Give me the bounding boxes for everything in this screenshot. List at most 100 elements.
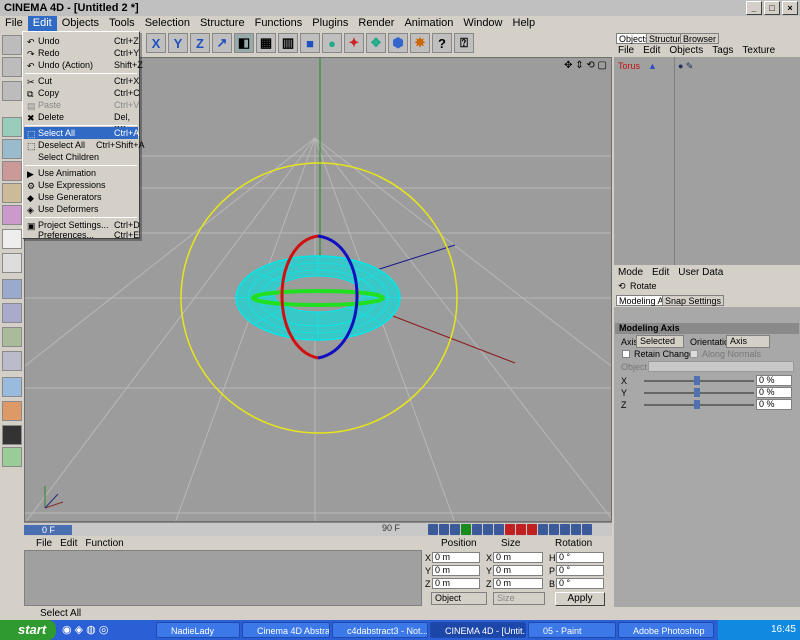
texture-axis-icon[interactable]: [2, 253, 22, 273]
rot-p-field[interactable]: 0 °: [556, 565, 604, 576]
om-menu-file[interactable]: File: [618, 45, 634, 56]
am-menu-user-data[interactable]: User Data: [678, 267, 723, 278]
context-help-icon[interactable]: ⍰: [454, 33, 474, 53]
go-to-start-icon[interactable]: [428, 524, 438, 535]
menu-functions[interactable]: Functions: [250, 16, 308, 31]
menu-item-cut[interactable]: ✂ Cut Ctrl+X: [24, 75, 139, 87]
snap-icon[interactable]: [2, 327, 22, 347]
light-icon[interactable]: ✸: [410, 33, 430, 53]
task-cinema4d-abstract[interactable]: Cinema 4D Abstrac...: [242, 622, 330, 638]
task-nadielady[interactable]: NadieLady: [156, 622, 240, 638]
timeline[interactable]: 0 F 90 F: [24, 522, 612, 536]
scale-tool-icon[interactable]: [2, 139, 22, 159]
y-axis-lock-icon[interactable]: Y: [168, 33, 188, 53]
next-frame-icon[interactable]: [472, 524, 482, 535]
menu-item-paste[interactable]: ▤ Paste Ctrl+V: [24, 99, 139, 111]
polygons-mode-icon[interactable]: [2, 205, 22, 225]
orientation-dropdown[interactable]: Axis: [726, 335, 770, 348]
x-axis-lock-icon[interactable]: X: [146, 33, 166, 53]
z-axis-lock-icon[interactable]: Z: [190, 33, 210, 53]
cube-primitive-icon[interactable]: ■: [300, 33, 320, 53]
size-y-field[interactable]: 0 m: [493, 565, 543, 576]
om-menu-objects[interactable]: Objects: [669, 45, 703, 56]
animation-mode-icon[interactable]: [2, 279, 22, 299]
menu-plugins[interactable]: Plugins: [307, 16, 353, 31]
visibility-icon[interactable]: ▲: [648, 61, 657, 71]
nurbs-icon[interactable]: ●: [322, 33, 342, 53]
menu-structure[interactable]: Structure: [195, 16, 250, 31]
position-key-icon[interactable]: [538, 524, 548, 535]
parameter-key-icon[interactable]: [571, 524, 581, 535]
layout-icon[interactable]: [2, 447, 22, 467]
menu-tools[interactable]: Tools: [104, 16, 140, 31]
menu-item-select-children[interactable]: Select Children: [24, 151, 138, 163]
keyframe-selection-icon[interactable]: [527, 524, 537, 535]
object-list[interactable]: Torus ▲ ● ✎: [614, 57, 800, 265]
om-menu-texture[interactable]: Texture: [742, 45, 775, 56]
menu-item-copy[interactable]: ⧉ Copy Ctrl+C: [24, 87, 140, 99]
camera-icon[interactable]: [2, 425, 22, 445]
workplane-icon[interactable]: [2, 351, 22, 371]
minimize-button[interactable]: _: [746, 1, 762, 15]
menu-help[interactable]: Help: [508, 16, 541, 31]
play-icon[interactable]: [461, 524, 471, 535]
pos-z-field[interactable]: 0 m: [432, 578, 480, 589]
menu-item-use-deformers[interactable]: ◈ Use Deformers: [24, 203, 138, 215]
maximize-button[interactable]: □: [764, 1, 780, 15]
coordinate-mode-dropdown[interactable]: Object: [431, 592, 487, 605]
pos-x-field[interactable]: 0 m: [432, 552, 480, 563]
edges-mode-icon[interactable]: [2, 183, 22, 203]
points-mode-icon[interactable]: [2, 161, 22, 181]
previous-key-icon[interactable]: [439, 524, 449, 535]
menu-item-use-generators[interactable]: ◆ Use Generators: [24, 191, 138, 203]
menu-objects[interactable]: Objects: [57, 16, 104, 31]
menu-animation[interactable]: Animation: [399, 16, 458, 31]
next-key-icon[interactable]: [483, 524, 493, 535]
slider-z-field[interactable]: 0 %: [756, 399, 792, 410]
slider-y-handle[interactable]: [694, 388, 700, 397]
start-button[interactable]: start: [0, 620, 56, 640]
object-tool-icon[interactable]: [2, 81, 22, 101]
material-menu-function[interactable]: Function: [85, 538, 123, 550]
menu-edit[interactable]: Edit: [27, 16, 57, 31]
om-menu-tags[interactable]: Tags: [712, 45, 733, 56]
task-notepad[interactable]: c4dabstract3 - Not...: [332, 622, 428, 638]
model-tool-icon[interactable]: [2, 57, 22, 77]
scene-object-icon[interactable]: ⬢: [388, 33, 408, 53]
viewport-navigation-icons[interactable]: ✥ ⇕ ⟲ ▢: [564, 60, 607, 71]
sculpt-icon[interactable]: [2, 401, 22, 421]
render-manager-icon[interactable]: ▥: [278, 33, 298, 53]
deformer-icon[interactable]: ❖: [366, 33, 386, 53]
menu-item-deselect-all[interactable]: ⬚ Deselect All Ctrl+Shift+A: [24, 139, 145, 151]
slider-z-handle[interactable]: [694, 400, 700, 409]
texture-mode-icon[interactable]: [2, 229, 22, 249]
scale-key-icon[interactable]: [549, 524, 559, 535]
previous-frame-icon[interactable]: [450, 524, 460, 535]
axis-dropdown[interactable]: Selected: [636, 335, 684, 348]
menu-item-use-animation[interactable]: ▶ Use Animation: [24, 167, 138, 179]
menu-item-preferences[interactable]: Preferences... Ctrl+E: [24, 231, 139, 240]
undo-view-icon[interactable]: [2, 35, 22, 55]
rot-h-field[interactable]: 0 °: [556, 552, 604, 563]
rot-b-field[interactable]: 0 °: [556, 578, 604, 589]
material-menu-edit[interactable]: Edit: [60, 538, 77, 550]
tab-browser[interactable]: Browser: [680, 33, 720, 44]
autokey-icon[interactable]: [516, 524, 526, 535]
am-menu-mode[interactable]: Mode: [618, 267, 643, 278]
slider-x-handle[interactable]: [694, 376, 700, 385]
slider-x-field[interactable]: 0 %: [756, 375, 792, 386]
material-menu-file[interactable]: File: [36, 538, 52, 550]
size-mode-dropdown[interactable]: Size: [493, 592, 545, 605]
help-pointer-icon[interactable]: ?: [432, 33, 452, 53]
menu-item-redo[interactable]: ↷ Redo Ctrl+Y: [24, 47, 139, 59]
size-x-field[interactable]: 0 m: [493, 552, 543, 563]
task-paint[interactable]: 05 - Paint: [528, 622, 616, 638]
close-button[interactable]: ×: [782, 1, 798, 15]
om-menu-edit[interactable]: Edit: [643, 45, 660, 56]
coordinate-system-icon[interactable]: ↗: [212, 33, 232, 53]
object-row-torus[interactable]: Torus: [618, 61, 640, 71]
move-tool-icon[interactable]: [2, 117, 22, 137]
material-manager-area[interactable]: [24, 550, 422, 606]
object-link-field[interactable]: [648, 361, 794, 372]
menu-file[interactable]: File: [0, 16, 28, 31]
